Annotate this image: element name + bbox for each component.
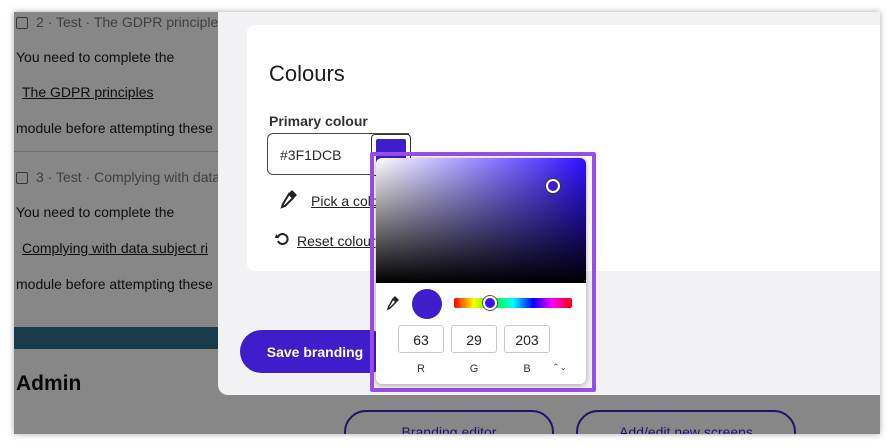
colour-picker-popup: 63 29 203 R G B ⌃⌄: [376, 158, 586, 384]
blue-input[interactable]: 203: [504, 325, 550, 353]
saturation-handle[interactable]: [546, 179, 560, 193]
app-window: 2 · Test · The GDPR principles You need …: [14, 12, 880, 434]
red-label: R: [417, 363, 425, 375]
eyedropper-icon[interactable]: [386, 295, 400, 316]
blue-label: B: [523, 363, 531, 375]
hue-slider[interactable]: [454, 298, 572, 308]
reset-icon: [275, 232, 289, 249]
red-input[interactable]: 63: [398, 325, 444, 353]
green-input[interactable]: 29: [451, 325, 497, 353]
eyedropper-icon: [279, 188, 299, 213]
save-branding-button[interactable]: Save branding: [240, 330, 390, 373]
card-title: Colours: [269, 61, 345, 86]
colour-preview: [412, 289, 442, 319]
hue-handle[interactable]: [483, 296, 497, 310]
primary-colour-label: Primary colour: [269, 113, 368, 129]
reset-colour-label: Reset colour: [297, 232, 376, 249]
reset-colour-link[interactable]: Reset colour: [275, 232, 376, 249]
saturation-area[interactable]: [376, 158, 586, 283]
mode-toggle-icon[interactable]: ⌃⌄: [552, 362, 567, 373]
green-label: G: [469, 363, 479, 375]
